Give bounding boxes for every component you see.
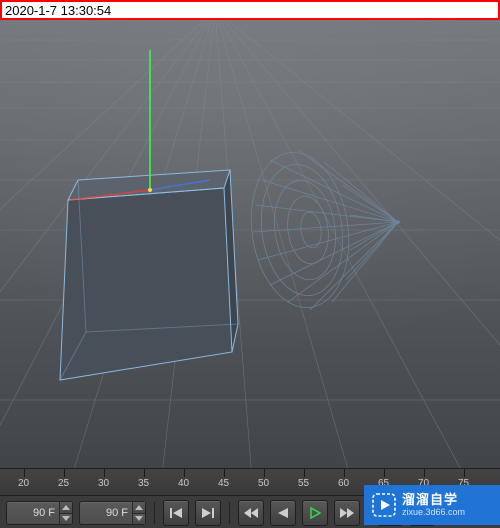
goto-start-button[interactable] bbox=[163, 500, 189, 526]
frame-step-up[interactable] bbox=[60, 502, 72, 514]
app-root: 2020-1-7 13:30:54 bbox=[0, 0, 500, 528]
tick-label: 20 bbox=[18, 478, 29, 489]
tick-label: 35 bbox=[138, 478, 149, 489]
watermark-title: 溜溜自学 bbox=[402, 493, 465, 506]
goto-start-icon bbox=[169, 507, 183, 519]
tick-label: 40 bbox=[178, 478, 189, 489]
tick-label: 60 bbox=[338, 478, 349, 489]
play-forward-icon bbox=[309, 507, 321, 519]
prev-key-icon bbox=[243, 507, 259, 519]
current-frame-field[interactable]: 90 F bbox=[6, 501, 73, 525]
end-step-up[interactable] bbox=[133, 502, 145, 514]
watermark-badge: 溜溜自学 zixue.3d66.com bbox=[364, 485, 500, 525]
watermark-play-icon bbox=[372, 493, 396, 517]
tick-label: 30 bbox=[98, 478, 109, 489]
tick-label: 50 bbox=[258, 478, 269, 489]
viewport-3d[interactable] bbox=[0, 20, 500, 468]
separator bbox=[229, 502, 230, 524]
end-frame-field[interactable]: 90 F bbox=[79, 501, 146, 525]
tick-label: 25 bbox=[58, 478, 69, 489]
separator bbox=[154, 502, 155, 524]
gizmo-origin[interactable] bbox=[148, 188, 152, 192]
goto-end-icon bbox=[201, 507, 215, 519]
next-key-button[interactable] bbox=[334, 500, 360, 526]
goto-end-button[interactable] bbox=[195, 500, 221, 526]
scene-object-cube[interactable] bbox=[60, 170, 238, 380]
next-key-icon bbox=[339, 507, 355, 519]
play-reverse-icon bbox=[277, 507, 289, 519]
frame-step-down[interactable] bbox=[60, 514, 72, 525]
timestamp-banner: 2020-1-7 13:30:54 bbox=[0, 0, 500, 20]
prev-key-button[interactable] bbox=[238, 500, 264, 526]
timestamp-text: 2020-1-7 13:30:54 bbox=[2, 3, 111, 18]
tick-label: 45 bbox=[218, 478, 229, 489]
play-reverse-button[interactable] bbox=[270, 500, 296, 526]
tick-label: 55 bbox=[298, 478, 309, 489]
end-frame-value: 90 F bbox=[80, 507, 132, 519]
play-forward-button[interactable] bbox=[302, 500, 328, 526]
end-step-down[interactable] bbox=[133, 514, 145, 525]
watermark-url: zixue.3d66.com bbox=[402, 508, 465, 517]
current-frame-value: 90 F bbox=[7, 507, 59, 519]
viewport-canvas bbox=[0, 20, 500, 468]
